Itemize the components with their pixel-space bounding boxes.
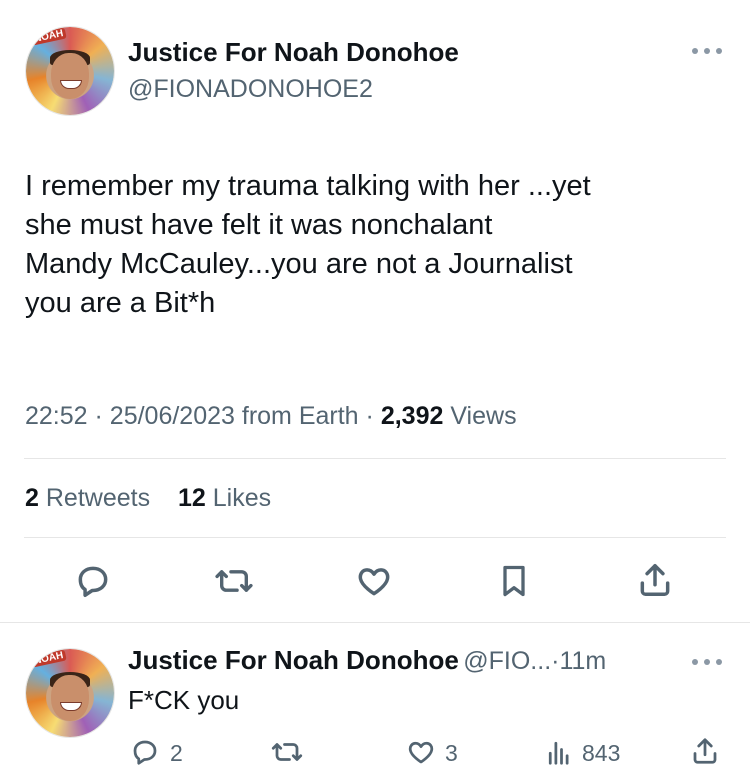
views-label: Views [450, 402, 517, 430]
more-icon[interactable] [690, 44, 724, 58]
views-icon[interactable] [543, 737, 575, 767]
like-count: 3 [445, 740, 458, 766]
retweet-icon[interactable] [270, 737, 304, 767]
reply-author-name[interactable]: Justice For Noah Donohoe [128, 645, 459, 675]
reply-time[interactable]: 11m [559, 647, 606, 675]
retweets-link[interactable]: 2 Retweets [25, 484, 150, 512]
share-icon[interactable] [636, 560, 674, 600]
reply-handle[interactable]: @FIO... [463, 647, 551, 675]
author-name[interactable]: Justice For Noah Donohoe [128, 37, 459, 68]
like-icon[interactable] [355, 562, 393, 600]
like-icon[interactable] [405, 737, 437, 767]
likes-label: Likes [212, 484, 272, 512]
reply-icon[interactable] [130, 737, 160, 767]
tweet-line: you are a Bit*h [25, 287, 216, 319]
likes-count: 12 [177, 484, 206, 512]
retweets-label: Retweets [45, 484, 151, 512]
tweet-time[interactable]: 22:52 [25, 402, 88, 430]
tweet-line: Mandy McCauley...you are not a Journalis… [25, 248, 573, 280]
author-handle[interactable]: @FIONADONOHOE2 [128, 75, 373, 104]
views-count: 843 [582, 740, 621, 766]
retweet-icon[interactable] [214, 562, 254, 600]
more-icon[interactable] [690, 655, 724, 669]
reply-icon[interactable] [74, 562, 112, 600]
views-count: 2,392 [380, 402, 444, 430]
divider [24, 458, 726, 459]
reply-count: 2 [170, 740, 183, 766]
bookmark-icon[interactable] [496, 562, 532, 600]
divider [24, 537, 726, 538]
tweet-stats: 2 Retweets 12 Likes [25, 484, 271, 513]
tweet-line: she must have felt it was nonchalant [25, 209, 493, 241]
tweet-text: I remember my trauma talking with her ..… [25, 167, 725, 323]
tweet-line: I remember my trauma talking with her ..… [25, 170, 591, 202]
tweet-meta: 22:52 · 25/06/2023 from Earth · 2,392 Vi… [25, 402, 517, 430]
likes-link[interactable]: 12 Likes [178, 484, 271, 512]
avatar[interactable]: NOAH [25, 26, 115, 116]
tweet-date[interactable]: 25/06/2023 [110, 402, 235, 430]
reply-avatar[interactable]: NOAH [25, 648, 115, 738]
reply-text: F*CK you [128, 685, 240, 715]
share-icon[interactable] [690, 735, 720, 767]
reply-header: Justice For Noah Donohoe @FIO...·11m [128, 645, 606, 676]
section-separator [0, 622, 750, 623]
retweets-count: 2 [25, 484, 39, 512]
tweet-source: from Earth [241, 402, 359, 430]
